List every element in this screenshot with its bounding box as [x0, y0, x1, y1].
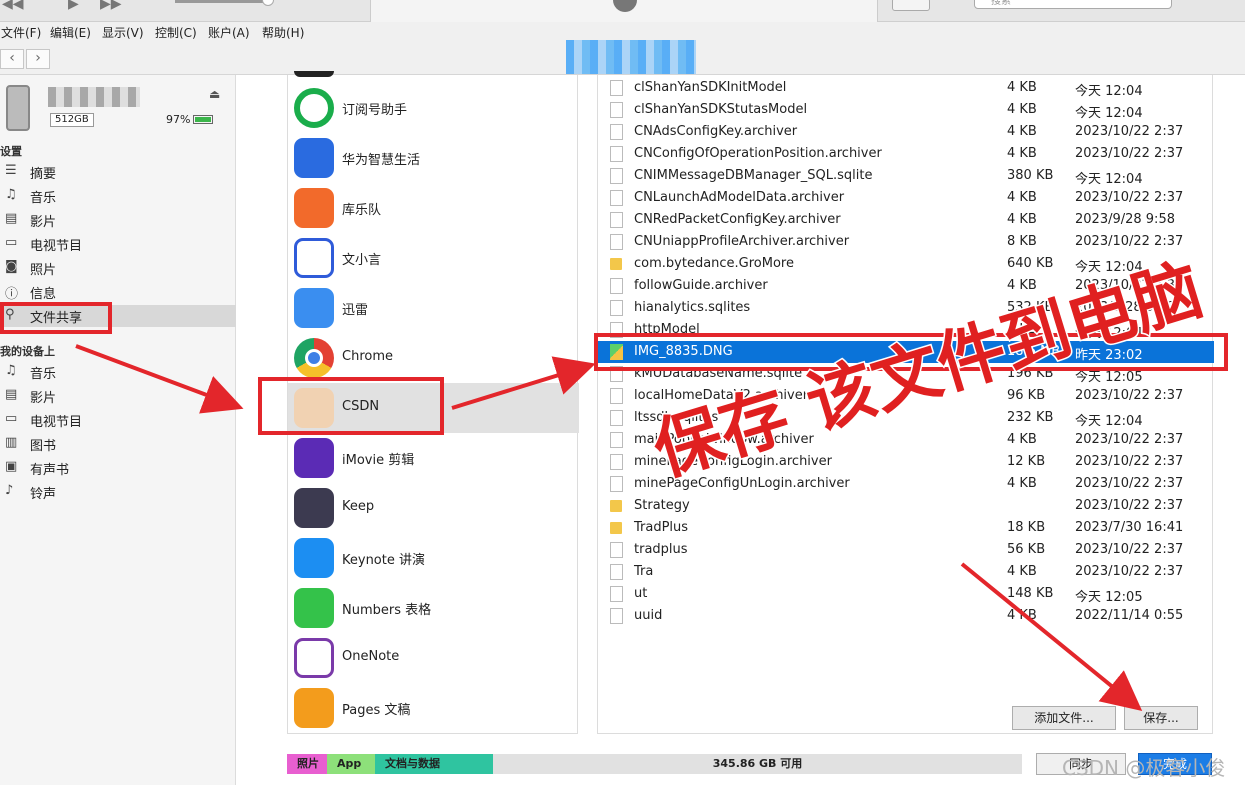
arrow-to-csdn — [75, 344, 244, 414]
annotation-arrows — [75, 344, 1143, 712]
arrow-to-file — [451, 356, 596, 410]
arrow-to-save — [960, 562, 1143, 712]
watermark: CSDN @极客小俊 — [1062, 756, 1226, 780]
